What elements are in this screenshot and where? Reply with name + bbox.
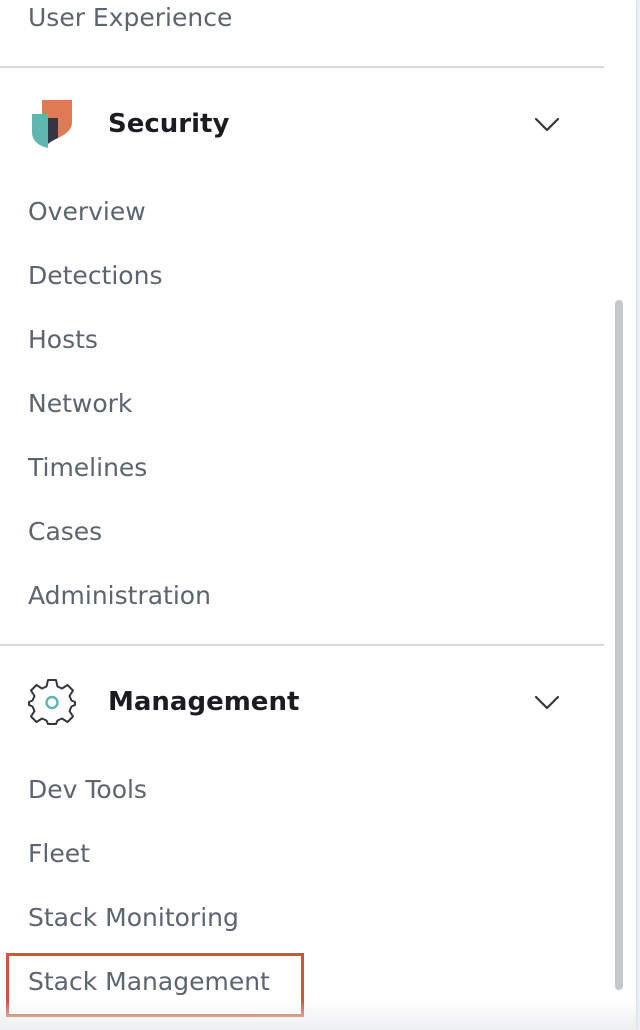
security-logo-icon	[28, 100, 76, 148]
nav-item-stack-management[interactable]: Stack Management	[28, 966, 270, 998]
nav-item-detections[interactable]: Detections	[28, 260, 162, 292]
chevron-down-icon[interactable]	[532, 109, 562, 139]
divider	[0, 644, 604, 646]
management-group-header[interactable]: Management	[0, 662, 604, 742]
gear-icon	[28, 678, 76, 726]
security-group-header[interactable]: Security	[0, 84, 604, 164]
side-navigation: User Experience Security Overview Detect…	[0, 0, 636, 1030]
nav-item-network[interactable]: Network	[28, 388, 132, 420]
scrollbar-thumb[interactable]	[615, 300, 623, 990]
nav-item-fleet[interactable]: Fleet	[28, 838, 90, 870]
nav-item-stack-monitoring[interactable]: Stack Monitoring	[28, 902, 239, 934]
nav-item-timelines[interactable]: Timelines	[28, 452, 147, 484]
nav-item-overview[interactable]: Overview	[28, 196, 146, 228]
nav-item-cases[interactable]: Cases	[28, 516, 102, 548]
management-group-title: Management	[108, 687, 300, 717]
chevron-down-icon[interactable]	[532, 687, 562, 717]
content-background	[636, 0, 640, 1030]
page: User Experience Security Overview Detect…	[0, 0, 640, 1030]
nav-item-user-experience[interactable]: User Experience	[28, 2, 232, 34]
nav-item-hosts[interactable]: Hosts	[28, 324, 98, 356]
bottom-fade	[0, 1000, 636, 1030]
nav-item-administration[interactable]: Administration	[28, 580, 211, 612]
divider	[0, 66, 604, 68]
nav-item-dev-tools[interactable]: Dev Tools	[28, 774, 147, 806]
security-group-title: Security	[108, 109, 230, 139]
